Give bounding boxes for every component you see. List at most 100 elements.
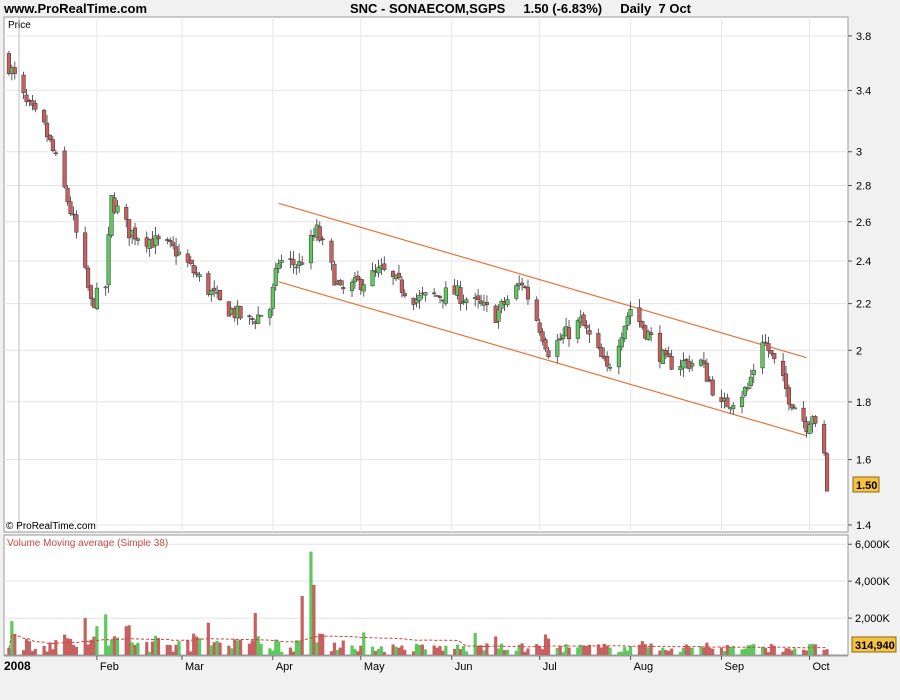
volume-bar — [582, 646, 586, 655]
candle-body — [50, 139, 55, 151]
last-volume-text: 314,940 — [855, 640, 895, 652]
volume-bar — [810, 643, 815, 655]
volume-bar — [535, 644, 539, 655]
candle-body — [781, 360, 786, 376]
candle-body — [704, 362, 709, 382]
volume-bar — [21, 650, 26, 655]
candle-body — [308, 234, 314, 264]
volume-bar — [432, 645, 436, 655]
candle-body — [423, 292, 428, 296]
volume-bar — [247, 643, 251, 655]
month-label: Sep — [725, 661, 745, 673]
candle-body — [619, 337, 624, 348]
candle-body — [690, 363, 695, 367]
candle-body — [587, 330, 592, 335]
volume-bar — [92, 636, 96, 655]
volume-bar — [623, 646, 627, 655]
candle-body — [194, 272, 199, 275]
volume-bar — [379, 646, 383, 655]
candle-body — [156, 235, 161, 240]
volume-bar — [576, 647, 580, 655]
volume-bar — [441, 650, 445, 655]
volume-bar — [277, 641, 281, 655]
volume-bar — [253, 613, 257, 655]
volume-bar — [763, 648, 768, 655]
volume-bar — [218, 642, 222, 655]
volume-bar — [787, 648, 791, 655]
volume-bar — [112, 636, 117, 655]
volume-bar — [684, 644, 688, 655]
volume-bar — [541, 649, 545, 655]
candle-body — [505, 299, 510, 306]
candle-body — [250, 318, 255, 320]
candle-body — [725, 397, 730, 408]
candle-body — [807, 424, 812, 435]
volume-bar — [174, 644, 178, 655]
volume-bar — [670, 648, 674, 655]
price-tick-label: 2.2 — [856, 299, 871, 311]
volume-bar — [156, 637, 161, 655]
candle-body — [484, 302, 489, 305]
candle-body — [174, 246, 179, 257]
candle-body — [42, 109, 47, 123]
volume-bar — [300, 595, 304, 655]
volume-bar — [781, 651, 785, 655]
volume-bar — [766, 652, 771, 655]
candle-body — [458, 287, 463, 305]
candle-body — [247, 315, 252, 317]
month-label: May — [364, 661, 385, 673]
candle-body — [86, 267, 91, 288]
volume-bar — [24, 639, 29, 655]
volume-bar — [546, 638, 551, 655]
volume-bar — [329, 651, 334, 655]
month-label: Mar — [185, 661, 204, 673]
volume-bar — [373, 651, 378, 655]
volume-bar — [370, 646, 375, 655]
volume-bar — [505, 649, 510, 655]
volume-bar — [353, 648, 357, 655]
candle-body — [238, 306, 243, 319]
candle-body — [745, 387, 750, 389]
month-label: Apr — [276, 661, 293, 673]
volume-bar — [71, 644, 76, 655]
volume-bar — [33, 649, 37, 655]
volume-bar — [722, 651, 727, 655]
volume-bar — [825, 649, 829, 655]
volume-bar — [743, 648, 747, 655]
volume-bar — [523, 651, 527, 655]
volume-bar — [687, 647, 691, 655]
volume-bar — [397, 647, 401, 655]
volume-bar — [151, 641, 155, 655]
price-y-axis: 3.8 3.4 3 2.8 2.6 2.4 2.2 2 1.8 1.6 1.4 — [848, 31, 871, 532]
volume-bar — [189, 651, 193, 655]
candle-body — [825, 453, 830, 492]
volume-bar — [256, 636, 260, 655]
volume-bar — [127, 625, 131, 655]
volume-bar — [412, 651, 416, 655]
volume-bar — [86, 644, 90, 655]
candle-body — [584, 325, 589, 329]
volume-bar — [145, 642, 149, 655]
volume-bar — [153, 635, 158, 655]
year-label: 2008 — [4, 659, 31, 673]
candle-body — [681, 360, 686, 369]
volume-bar — [567, 647, 571, 655]
candle-body — [21, 74, 26, 94]
volume-bar — [362, 632, 366, 655]
volume-bar — [133, 644, 137, 655]
candle-body — [62, 150, 67, 188]
month-label: Jun — [455, 661, 473, 673]
volume-bar — [335, 649, 339, 655]
candle-body — [47, 134, 53, 140]
price-tick-label: 1.6 — [856, 455, 871, 467]
volume-bar — [461, 645, 466, 655]
volume-bar — [115, 637, 120, 655]
volume-bar — [599, 647, 603, 655]
volume-bar — [107, 645, 111, 655]
candle-body — [786, 387, 791, 405]
candle-body — [83, 232, 88, 268]
candle-body — [520, 282, 525, 286]
candle-body — [637, 307, 642, 323]
x-axis-months: Feb Mar Apr May Jun Jul Aug Sep Oct — [96, 656, 830, 673]
volume-bar — [708, 647, 712, 655]
